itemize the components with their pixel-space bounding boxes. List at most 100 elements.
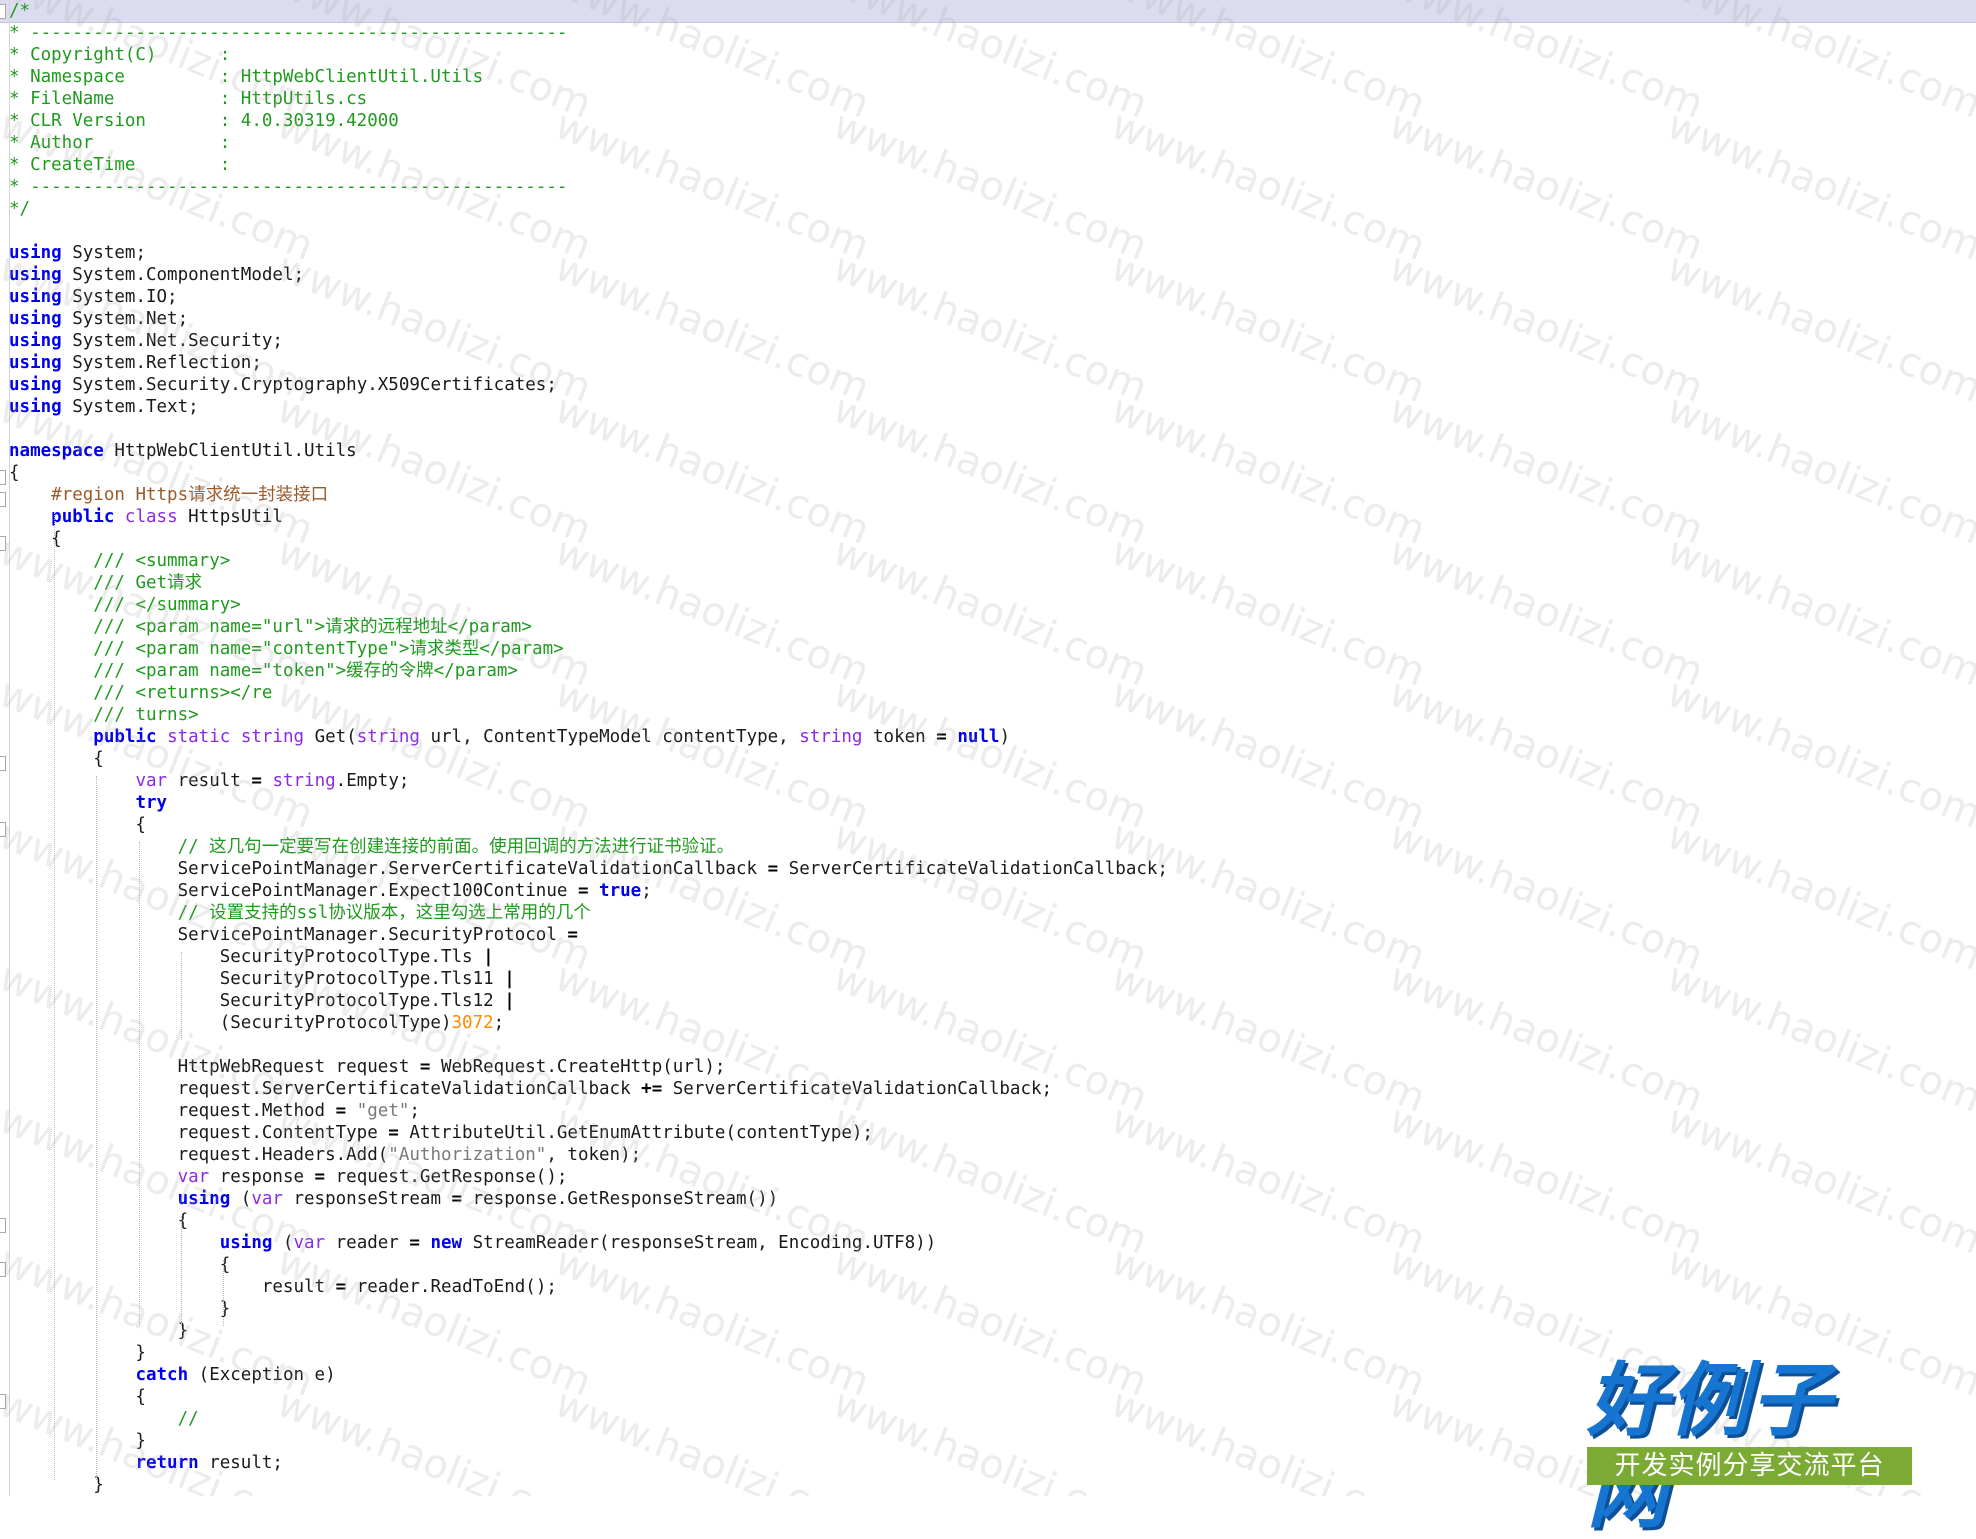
indent-guide	[54, 512, 56, 1480]
code-token: using	[9, 243, 62, 263]
code-token: ;	[493, 1013, 505, 1033]
code-token: /// Get请求	[93, 573, 203, 593]
code-token: public	[93, 727, 157, 747]
code-token: =	[251, 771, 262, 791]
code-line: request.Headers.Add("Authorization", tok…	[9, 1144, 642, 1166]
code-line: /// turns>	[9, 704, 199, 726]
code-token: return	[135, 1453, 199, 1473]
code-line: }	[9, 1320, 189, 1342]
code-token: * Namespace : HttpWebClientUtil.Utils	[9, 67, 484, 87]
code-token: ServicePointManager.SecurityProtocol	[9, 925, 568, 945]
code-token: string	[240, 727, 305, 747]
code-token: using	[9, 265, 62, 285]
code-line: using System.ComponentModel;	[9, 264, 304, 286]
code-token: (	[272, 1233, 294, 1253]
code-token: * --------------------------------------…	[9, 23, 568, 43]
code-token: public	[51, 507, 115, 527]
code-token: System.IO;	[61, 287, 178, 307]
code-line: using System.Security.Cryptography.X509C…	[9, 374, 557, 396]
code-token: =	[577, 881, 589, 901]
code-token: Get(	[304, 727, 357, 747]
code-token: }	[9, 1321, 189, 1341]
code-token: result;	[198, 1453, 283, 1473]
code-line: * Namespace : HttpWebClientUtil.Utils	[9, 66, 483, 88]
code-line: * --------------------------------------…	[9, 22, 567, 44]
code-token: =	[335, 1277, 347, 1297]
code-line: using (var responseStream = response.Get…	[9, 1188, 779, 1210]
code-line: * CreateTime :	[9, 154, 230, 176]
code-token: /// <param name="url">请求的远程地址</param>	[93, 617, 532, 637]
indent-guide	[96, 776, 98, 1480]
code-token: =	[419, 1057, 431, 1077]
code-token: //	[177, 1409, 199, 1429]
code-token: */	[9, 199, 31, 219]
code-token: result	[167, 771, 252, 791]
code-token: string	[799, 727, 863, 747]
code-token: var	[251, 1189, 283, 1209]
code-token: /// turns>	[93, 705, 199, 725]
code-line: }	[9, 1342, 146, 1364]
code-token: response.GetResponseStream())	[462, 1189, 779, 1209]
code-token: /*	[9, 1, 31, 21]
code-token: System;	[61, 243, 146, 263]
code-line: {	[9, 1386, 146, 1408]
code-token: System.Net;	[61, 309, 189, 329]
code-line: {	[9, 1254, 231, 1276]
code-token: System.Net.Security;	[61, 331, 283, 351]
code-token: var	[135, 771, 168, 791]
code-token: =	[314, 1167, 326, 1187]
code-line: /// <returns></re	[9, 682, 272, 704]
code-line: using System.Net;	[9, 308, 188, 330]
code-token: ServerCertificateValidationCallback;	[778, 859, 1168, 879]
code-token: response	[209, 1167, 315, 1187]
code-token: HttpWebClientUtil.Utils	[103, 441, 357, 461]
code-line: * Author :	[9, 132, 230, 154]
code-token: var	[293, 1233, 326, 1253]
code-token: (Exception e)	[188, 1365, 336, 1385]
code-token: request.ServerCertificateValidationCallb…	[9, 1079, 642, 1099]
code-line: #region Https请求统一封装接口	[9, 484, 328, 506]
code-token: )	[999, 727, 1011, 747]
code-token: =	[767, 859, 779, 879]
code-token: /// <returns></re	[93, 683, 273, 703]
code-token: "Authorization"	[388, 1145, 547, 1165]
code-token: System.Security.Cryptography.X509Certifi…	[61, 375, 557, 395]
code-line: //	[9, 1408, 199, 1430]
code-token: SecurityProtocolType.Tls12	[9, 991, 505, 1011]
code-line: return result;	[9, 1452, 283, 1474]
code-line: catch (Exception e)	[9, 1364, 336, 1386]
code-token: {	[9, 1387, 146, 1407]
code-token: * FileName : HttpUtils.cs	[9, 89, 368, 109]
code-line: /// <summary>	[9, 550, 230, 572]
code-token: // 这几句一定要写在创建连接的前面。使用回调的方法进行证书验证。	[177, 837, 735, 857]
code-token: StreamReader(responseStream, Encoding.UT…	[462, 1233, 937, 1253]
code-token: new	[430, 1233, 463, 1253]
code-token: /// <param name="token">缓存的令牌</param>	[93, 661, 518, 681]
code-editor[interactable]: /* * ------------------------------------…	[0, 0, 1976, 1496]
code-line: result = reader.ReadToEnd();	[9, 1276, 557, 1298]
code-line: SecurityProtocolType.Tls11 |	[9, 968, 515, 990]
code-token: * --------------------------------------…	[9, 177, 568, 197]
code-token: * CreateTime :	[9, 155, 231, 175]
code-token: {	[9, 815, 146, 835]
code-line: ServicePointManager.ServerCertificateVal…	[9, 858, 1168, 880]
code-token: HttpWebRequest request	[9, 1057, 420, 1077]
code-token: responseStream	[282, 1189, 452, 1209]
code-token: "get"	[356, 1101, 410, 1121]
code-line: var result = string.Empty;	[9, 770, 409, 792]
code-line: * FileName : HttpUtils.cs	[9, 88, 367, 110]
code-token: {	[9, 1211, 189, 1231]
